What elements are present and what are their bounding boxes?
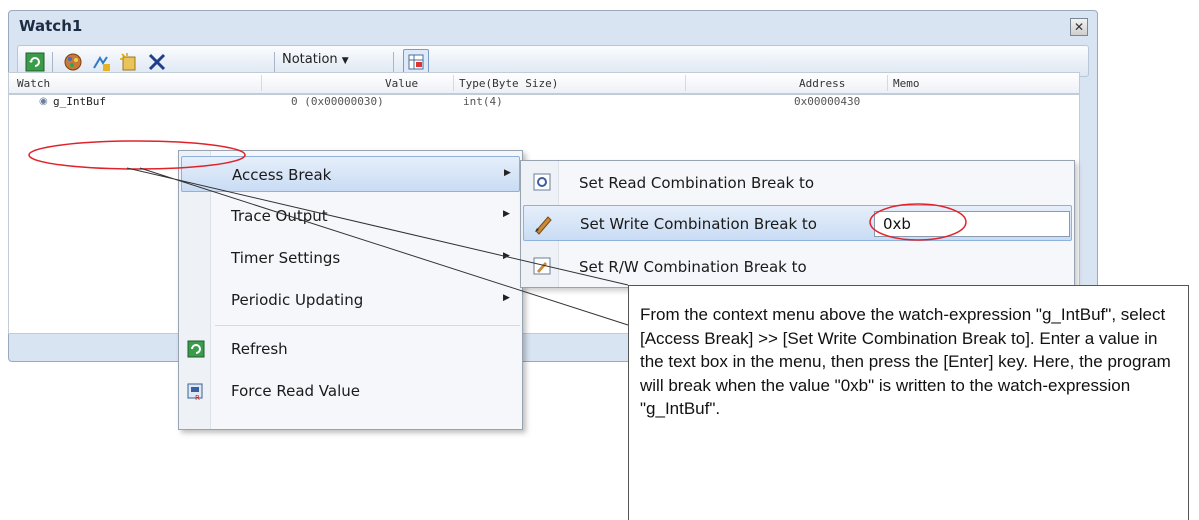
col-watch[interactable]: Watch	[17, 77, 50, 90]
add-category-button[interactable]	[118, 51, 140, 73]
watch-name: g_IntBuf	[53, 95, 106, 108]
menu-item-set-rw-break[interactable]: Set R/W Combination Break to	[523, 249, 1072, 285]
close-icon: ✕	[1073, 20, 1085, 34]
menu-item-label: Access Break	[232, 166, 332, 184]
menu-item-label: Refresh	[231, 340, 288, 358]
menu-item-set-read-break[interactable]: Set Read Combination Break to	[523, 165, 1072, 201]
col-type[interactable]: Type(Byte Size)	[459, 77, 558, 90]
menu-item-label: Set R/W Combination Break to	[579, 258, 807, 276]
col-address[interactable]: Address	[799, 77, 845, 90]
delete-icon	[148, 53, 166, 71]
write-break-icon	[535, 216, 552, 235]
close-button[interactable]: ✕	[1070, 18, 1088, 36]
table-row[interactable]: ◉ g_IntBuf 0 (0x00000030) int(4) 0x00000…	[9, 95, 1079, 111]
context-menu: Access Break ▶ Trace Output ▶ Timer Sett…	[178, 150, 523, 430]
break-value-input[interactable]: 0xb	[874, 211, 1070, 237]
refresh-icon	[25, 52, 45, 72]
submenu-arrow-icon: ▶	[504, 168, 511, 178]
notation-label: Notation	[282, 52, 338, 67]
col-value[interactable]: Value	[385, 77, 418, 90]
submenu-arrow-icon: ▶	[503, 293, 510, 303]
menu-separator	[215, 325, 520, 326]
col-memo[interactable]: Memo	[893, 77, 920, 90]
menu-item-set-write-break[interactable]: Set Write Combination Break to 0xb	[523, 205, 1072, 241]
submenu-arrow-icon: ▶	[503, 251, 510, 261]
menu-item-label: Timer Settings	[231, 249, 341, 267]
menu-item-label: Force Read Value	[231, 382, 361, 400]
table-view-icon	[408, 54, 424, 70]
watch-color-button[interactable]	[62, 51, 84, 73]
menu-item-force-read-value[interactable]: R Force Read Value	[181, 373, 520, 409]
force-read-icon: R	[187, 383, 203, 401]
add-watch-icon	[93, 56, 110, 71]
refresh-icon	[187, 340, 205, 358]
menu-item-label: Set Read Combination Break to	[579, 174, 815, 192]
refresh-button[interactable]	[24, 51, 46, 73]
watch-type: int(4)	[463, 95, 503, 108]
chevron-down-icon: ▼	[341, 56, 349, 66]
svg-text:R: R	[195, 394, 200, 401]
delete-button[interactable]	[146, 51, 168, 73]
menu-item-trace-output[interactable]: Trace Output ▶	[181, 198, 520, 234]
menu-item-label: Trace Output	[231, 207, 328, 225]
callout-text: From the context menu above the watch-ex…	[640, 305, 1171, 418]
column-header: Watch Value Type(Byte Size) Address Memo	[8, 72, 1080, 94]
read-break-icon	[533, 173, 551, 191]
palette-icon	[64, 53, 82, 71]
panel-title: Watch1	[19, 17, 83, 35]
menu-item-periodic-updating[interactable]: Periodic Updating ▶	[181, 282, 520, 318]
menu-item-refresh[interactable]: Refresh	[181, 331, 520, 367]
watch-value: 0 (0x00000030)	[291, 95, 384, 108]
menu-item-label: Set Write Combination Break to	[580, 215, 817, 233]
new-category-icon	[120, 53, 136, 71]
watch-item-icon: ◉	[39, 96, 48, 107]
menu-item-timer-settings[interactable]: Timer Settings ▶	[181, 240, 520, 276]
add-watch-button[interactable]	[90, 51, 112, 73]
notation-dropdown[interactable]: Notation ▼	[282, 52, 349, 67]
rw-break-icon	[533, 257, 551, 275]
access-break-submenu: Set Read Combination Break to Set Write …	[520, 160, 1075, 288]
watch-address: 0x00000430	[794, 95, 861, 108]
submenu-arrow-icon: ▶	[503, 209, 510, 219]
menu-item-access-break[interactable]: Access Break ▶	[181, 156, 520, 192]
menu-item-label: Periodic Updating	[231, 291, 364, 309]
